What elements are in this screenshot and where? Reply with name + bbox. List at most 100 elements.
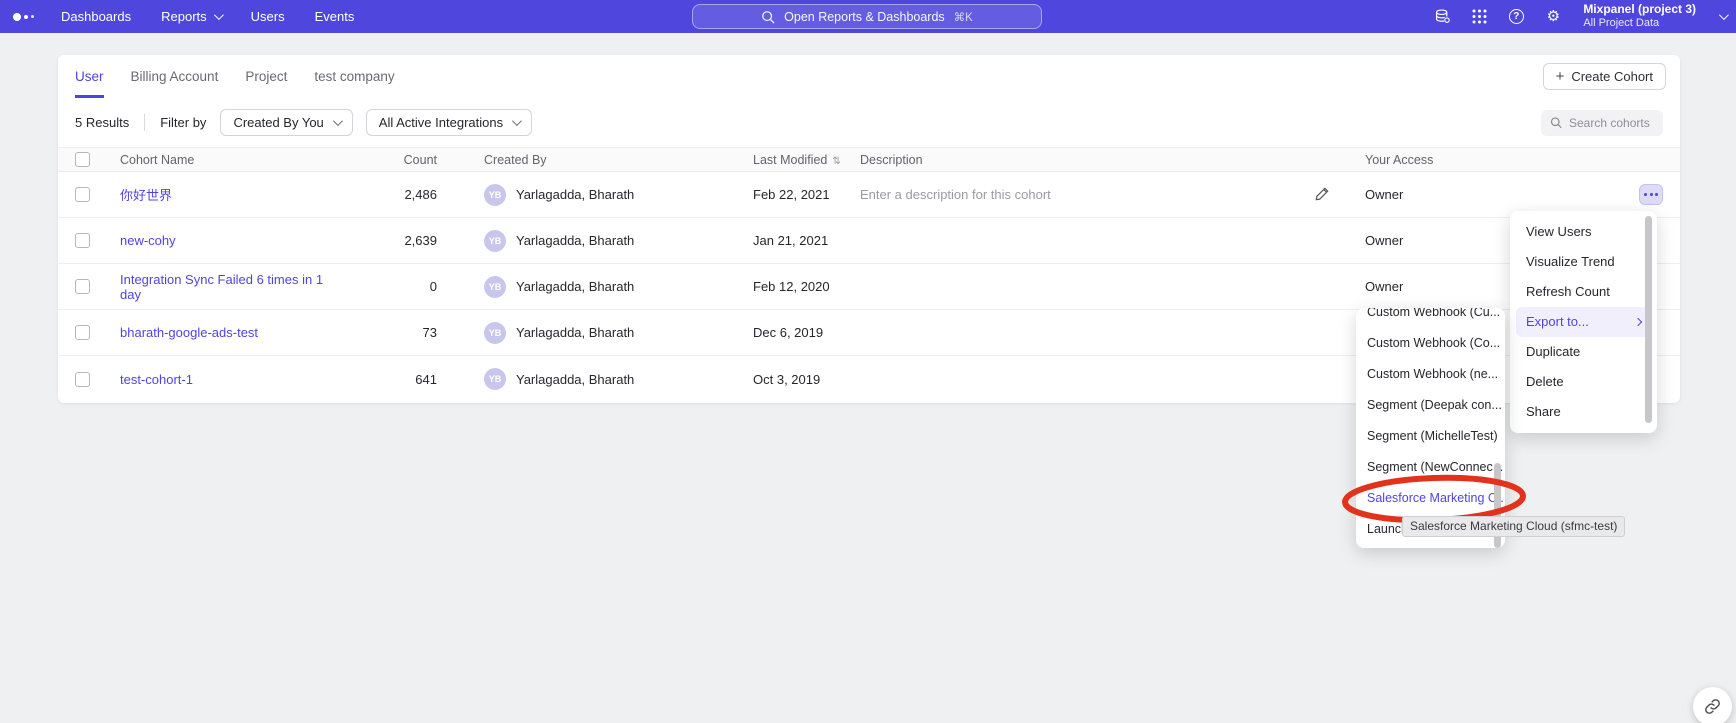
global-search-placeholder: Open Reports & Dashboards <box>784 10 945 24</box>
cohort-name-link[interactable]: 你好世界 <box>120 185 330 204</box>
select-all-checkbox[interactable] <box>75 152 90 167</box>
submenu-item-custom-webhook-1[interactable]: Custom Webhook (Cu... <box>1356 308 1505 328</box>
created-by: Yarlagadda, Bharath <box>516 233 634 248</box>
header-created-by: Created By <box>437 153 753 167</box>
divider <box>144 114 145 131</box>
link-icon <box>1704 698 1721 715</box>
sort-icon[interactable]: ⇅ <box>832 156 840 167</box>
row-checkbox[interactable] <box>75 187 90 202</box>
chevron-down-icon <box>512 116 522 126</box>
menu-item-visualize-trend[interactable]: Visualize Trend <box>1510 247 1657 277</box>
header-cohort-name: Cohort Name <box>120 153 330 167</box>
filter-by-label: Filter by <box>160 115 206 130</box>
project-name: Mixpanel (project 3) <box>1583 3 1696 17</box>
row-checkbox[interactable] <box>75 372 90 387</box>
header-last-modified[interactable]: Last Modified⇅ <box>753 153 860 167</box>
nav-item-dashboards[interactable]: Dashboards <box>61 9 131 24</box>
avatar: YB <box>484 276 506 298</box>
created-by-filter[interactable]: Created By You <box>220 109 352 136</box>
nav-item-users[interactable]: Users <box>251 9 285 24</box>
row-checkbox[interactable] <box>75 325 90 340</box>
cohort-context-menu: View Users Visualize Trend Refresh Count… <box>1510 211 1657 433</box>
search-icon <box>1550 116 1562 129</box>
submenu-item-segment-1[interactable]: Segment (Deepak con... <box>1356 390 1505 421</box>
search-cohorts-input[interactable] <box>1569 116 1654 130</box>
header-count: Count <box>330 153 437 167</box>
last-modified: Feb 22, 2021 <box>753 187 860 202</box>
menu-item-view-users[interactable]: View Users <box>1510 217 1657 247</box>
cohort-name-link[interactable]: bharath-google-ads-test <box>120 325 330 340</box>
chevron-right-icon <box>1634 318 1642 326</box>
menu-item-export-to[interactable]: Export to... <box>1516 307 1651 337</box>
data-management-icon[interactable] <box>1433 8 1451 26</box>
submenu-item-custom-webhook-2[interactable]: Custom Webhook (Co... <box>1356 328 1505 359</box>
row-checkbox[interactable] <box>75 233 90 248</box>
table-row: 你好世界 2,486 YBYarlagadda, Bharath Feb 22,… <box>58 172 1680 218</box>
integrations-filter[interactable]: All Active Integrations <box>366 109 532 136</box>
table-header-row: Cohort Name Count Created By Last Modifi… <box>58 147 1680 172</box>
header-description: Description <box>860 153 1300 167</box>
top-nav: Dashboards Reports Users Events Open Rep… <box>0 0 1736 33</box>
export-submenu: Custom Webhook (Cu... Custom Webhook (Co… <box>1356 308 1505 548</box>
avatar: YB <box>484 322 506 344</box>
created-by: Yarlagadda, Bharath <box>516 372 634 387</box>
nav-item-events[interactable]: Events <box>315 9 355 24</box>
access-level: Owner <box>1345 187 1605 202</box>
menu-item-refresh-count[interactable]: Refresh Count <box>1510 277 1657 307</box>
avatar: YB <box>484 184 506 206</box>
last-modified: Dec 6, 2019 <box>753 325 860 340</box>
avatar: YB <box>484 368 506 390</box>
edit-pencil-icon[interactable] <box>1315 186 1330 204</box>
cohort-count: 2,486 <box>330 187 437 202</box>
submenu-item-custom-webhook-3[interactable]: Custom Webhook (ne... <box>1356 359 1505 390</box>
salesforce-tooltip: Salesforce Marketing Cloud (sfmc-test) <box>1402 516 1625 537</box>
mixpanel-logo-icon[interactable] <box>13 13 47 21</box>
menu-scrollbar[interactable] <box>1645 216 1652 423</box>
last-modified: Jan 21, 2021 <box>753 233 860 248</box>
row-checkbox[interactable] <box>75 279 90 294</box>
cohort-name-link[interactable]: test-cohort-1 <box>120 372 330 387</box>
avatar: YB <box>484 230 506 252</box>
cohort-name-link[interactable]: new-cohy <box>120 233 330 248</box>
more-options-button[interactable] <box>1639 184 1663 205</box>
last-modified: Oct 3, 2019 <box>753 372 860 387</box>
project-switcher[interactable]: Mixpanel (project 3) All Project Data <box>1583 3 1696 29</box>
menu-item-delete[interactable]: Delete <box>1510 367 1657 397</box>
nav-item-reports[interactable]: Reports <box>161 9 221 24</box>
cohort-name-link[interactable]: Integration Sync Failed 6 times in 1 day <box>120 272 330 302</box>
cohort-count: 2,639 <box>330 233 437 248</box>
search-icon <box>761 10 775 24</box>
last-modified: Feb 12, 2020 <box>753 279 860 294</box>
chevron-down-icon <box>333 116 343 126</box>
chevron-down-icon[interactable] <box>1719 10 1729 20</box>
created-by: Yarlagadda, Bharath <box>516 279 634 294</box>
search-cohorts-box[interactable] <box>1541 110 1663 136</box>
tab-billing-account[interactable]: Billing Account <box>131 55 219 98</box>
tab-test-company[interactable]: test company <box>314 55 394 98</box>
results-count: 5 Results <box>75 115 129 130</box>
project-scope: All Project Data <box>1583 17 1696 30</box>
submenu-item-segment-3[interactable]: Segment (NewConnec... <box>1356 452 1505 483</box>
create-cohort-button[interactable]: + Create Cohort <box>1543 63 1666 90</box>
submenu-item-segment-2[interactable]: Segment (MichelleTest) <box>1356 421 1505 452</box>
cohort-count: 641 <box>330 372 437 387</box>
cohort-count: 0 <box>330 279 437 294</box>
apps-grid-icon[interactable] <box>1470 8 1488 26</box>
description-field[interactable]: Enter a description for this cohort <box>860 187 1300 202</box>
tab-project[interactable]: Project <box>245 55 287 98</box>
tab-user[interactable]: User <box>75 55 104 98</box>
global-search-bar[interactable]: Open Reports & Dashboards ⌘K <box>692 4 1042 29</box>
filter-toolbar: 5 Results Filter by Created By You All A… <box>58 98 1680 147</box>
cohort-count: 73 <box>330 325 437 340</box>
help-icon[interactable]: ? <box>1507 8 1525 26</box>
table-row: Integration Sync Failed 6 times in 1 day… <box>58 264 1680 310</box>
share-link-button[interactable] <box>1693 687 1732 723</box>
header-your-access: Your Access <box>1345 153 1605 167</box>
menu-item-share[interactable]: Share <box>1510 397 1657 427</box>
cohort-tabs-row: User Billing Account Project test compan… <box>58 55 1680 98</box>
keyboard-shortcut: ⌘K <box>954 10 973 24</box>
table-row: new-cohy 2,639 YB Yarlagadda, Bharath Jan… <box>58 218 1680 264</box>
settings-gear-icon[interactable]: ⚙ <box>1544 8 1562 26</box>
submenu-item-salesforce-marketing-cloud[interactable]: Salesforce Marketing C... <box>1356 483 1505 514</box>
menu-item-duplicate[interactable]: Duplicate <box>1510 337 1657 367</box>
